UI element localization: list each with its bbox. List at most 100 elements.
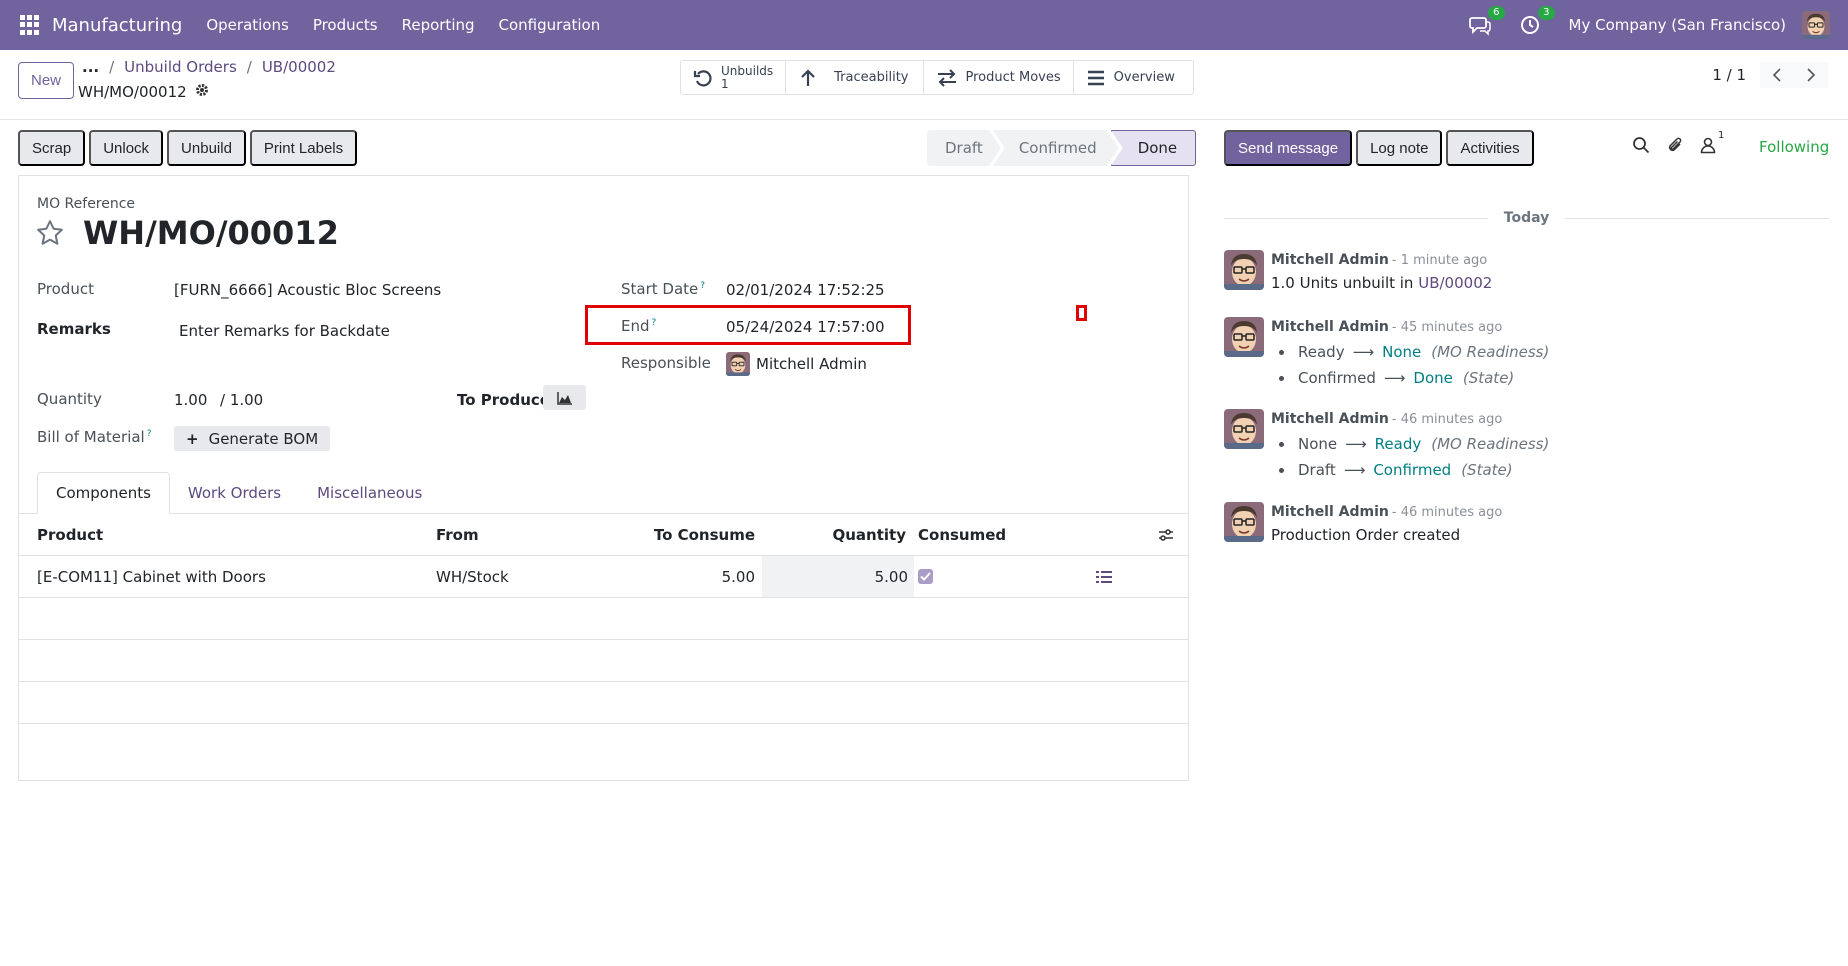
row-detail-list-icon[interactable] bbox=[1096, 556, 1112, 597]
col-product[interactable]: Product bbox=[37, 514, 103, 556]
today-separator: Today bbox=[1224, 210, 1830, 226]
state-draft[interactable]: Draft bbox=[927, 130, 1001, 166]
traceability-label: Traceability bbox=[834, 70, 909, 85]
unlock-button[interactable]: Unlock bbox=[89, 130, 164, 166]
message-date: - 1 minute ago bbox=[1391, 253, 1488, 268]
message-text: Production Order created bbox=[1271, 526, 1461, 544]
message-avatar[interactable] bbox=[1224, 409, 1264, 449]
messages-icon[interactable]: 6 bbox=[1468, 6, 1505, 36]
menu-reporting[interactable]: Reporting bbox=[402, 16, 475, 34]
message-avatar[interactable] bbox=[1224, 502, 1264, 542]
message-link-ub00002[interactable]: UB/00002 bbox=[1418, 274, 1492, 292]
apps-menu-icon[interactable] bbox=[20, 15, 40, 35]
user-avatar[interactable] bbox=[1802, 11, 1830, 39]
log-note-button[interactable]: Log note bbox=[1356, 130, 1443, 166]
activities-clock-icon[interactable]: 3 bbox=[1519, 6, 1555, 36]
followers-icon[interactable]: 1 bbox=[1700, 130, 1724, 158]
pager-previous-button[interactable] bbox=[1760, 62, 1794, 88]
start-date-field[interactable]: 02/01/2024 17:52:25 bbox=[726, 281, 885, 299]
row-product[interactable]: [E-COM11] Cabinet with Doors bbox=[37, 556, 266, 597]
activities-button[interactable]: Activities bbox=[1446, 130, 1534, 166]
message-date: - 45 minutes ago bbox=[1391, 320, 1503, 335]
tracking-field: (MO Readiness) bbox=[1431, 343, 1550, 361]
control-panel-divider bbox=[0, 119, 1848, 120]
search-icon[interactable] bbox=[1632, 136, 1650, 158]
tracking-old: None bbox=[1298, 435, 1338, 453]
breadcrumb-unbuild-orders[interactable]: Unbuild Orders bbox=[124, 58, 237, 76]
scrap-button[interactable]: Scrap bbox=[18, 130, 86, 166]
remarks-field[interactable]: Enter Remarks for Backdate bbox=[179, 322, 390, 340]
message-author[interactable]: Mitchell Admin bbox=[1271, 252, 1389, 268]
state-done[interactable]: Done bbox=[1110, 130, 1197, 166]
col-to-consume[interactable]: To Consume bbox=[579, 514, 755, 556]
message-date: - 46 minutes ago bbox=[1391, 412, 1503, 427]
app-name[interactable]: Manufacturing bbox=[52, 15, 182, 36]
company-switcher[interactable]: My Company (San Francisco) bbox=[1569, 16, 1786, 34]
state-confirmed[interactable]: Confirmed bbox=[993, 130, 1119, 166]
tab-miscellaneous[interactable]: Miscellaneous bbox=[299, 472, 440, 514]
pager-value[interactable]: 1 / 1 bbox=[1712, 66, 1746, 84]
message-text: 1.0 Units unbuilt in bbox=[1271, 274, 1414, 292]
message-date: - 46 minutes ago bbox=[1391, 505, 1503, 520]
col-from[interactable]: From bbox=[436, 514, 479, 556]
area-chart-icon bbox=[556, 391, 572, 405]
message-author[interactable]: Mitchell Admin bbox=[1271, 504, 1389, 520]
tab-work-orders[interactable]: Work Orders bbox=[170, 472, 299, 514]
quantity-total: / 1.00 bbox=[220, 391, 264, 409]
col-quantity[interactable]: Quantity bbox=[764, 514, 907, 556]
notebook-tabs: Components Work Orders Miscellaneous bbox=[19, 472, 1188, 514]
message-author[interactable]: Mitchell Admin bbox=[1271, 319, 1389, 335]
remarks-label: Remarks bbox=[37, 320, 111, 338]
tracking-field: (MO Readiness) bbox=[1431, 435, 1550, 453]
tab-components[interactable]: Components bbox=[37, 472, 170, 514]
arrow-up-icon bbox=[801, 68, 815, 86]
paperclip-icon[interactable] bbox=[1666, 136, 1684, 158]
row-to-consume[interactable]: 5.00 bbox=[579, 556, 755, 597]
traceability-smart-button[interactable]: Traceability bbox=[786, 61, 924, 94]
empty-row bbox=[19, 682, 1188, 724]
star-icon[interactable] bbox=[35, 218, 65, 252]
generate-bom-button[interactable]: + Generate BOM bbox=[174, 426, 331, 451]
breadcrumb-ub00002[interactable]: UB/00002 bbox=[262, 58, 336, 76]
quantity-field[interactable]: 1.00 bbox=[174, 391, 207, 409]
row-consumed-checkbox[interactable] bbox=[918, 556, 933, 597]
page-title: WH/MO/00012 bbox=[83, 214, 339, 252]
row-quantity[interactable]: 5.00 bbox=[762, 556, 914, 597]
menu-products[interactable]: Products bbox=[313, 16, 378, 34]
table-row[interactable]: [E-COM11] Cabinet with Doors WH/Stock 5.… bbox=[19, 556, 1188, 598]
followers-count: 1 bbox=[1718, 130, 1725, 141]
message-author[interactable]: Mitchell Admin bbox=[1271, 411, 1389, 427]
new-button[interactable]: New bbox=[18, 62, 74, 99]
forecast-chart-button[interactable] bbox=[543, 385, 586, 410]
following-button[interactable]: Following bbox=[1759, 138, 1829, 156]
breadcrumb-more[interactable]: ... bbox=[82, 58, 99, 76]
bom-help-icon[interactable]: ? bbox=[147, 429, 152, 439]
tracking-line: Draft ⟶ Confirmed (State) bbox=[1271, 461, 1831, 479]
checkmark-icon bbox=[918, 569, 933, 584]
send-message-button[interactable]: Send message bbox=[1224, 130, 1353, 166]
bars-icon bbox=[1087, 70, 1104, 85]
unbuilds-smart-button[interactable]: Unbuilds 1 bbox=[681, 61, 787, 94]
arrow-right-icon: ⟶ bbox=[1345, 435, 1367, 453]
product-link[interactable]: [FURN_6666] Acoustic Bloc Screens bbox=[174, 281, 441, 299]
menu-operations[interactable]: Operations bbox=[206, 16, 288, 34]
row-from[interactable]: WH/Stock bbox=[436, 556, 509, 597]
gear-icon[interactable] bbox=[195, 83, 209, 101]
print-labels-button[interactable]: Print Labels bbox=[249, 130, 358, 166]
unbuild-button[interactable]: Unbuild bbox=[167, 130, 246, 166]
pager-next-button[interactable] bbox=[1794, 62, 1828, 88]
form-sheet: MO Reference WH/MO/00012 Product [FURN_6… bbox=[18, 175, 1189, 781]
menu-configuration[interactable]: Configuration bbox=[499, 16, 601, 34]
optional-columns-icon[interactable] bbox=[1158, 514, 1174, 556]
responsible-avatar bbox=[726, 352, 750, 376]
product-moves-smart-button[interactable]: Product Moves bbox=[924, 61, 1074, 94]
record-name-text: WH/MO/00012 bbox=[78, 83, 187, 101]
col-consumed[interactable]: Consumed bbox=[918, 514, 1006, 556]
tracking-new: Done bbox=[1413, 369, 1453, 387]
responsible-link[interactable]: Mitchell Admin bbox=[756, 355, 867, 373]
overview-smart-button[interactable]: Overview bbox=[1074, 61, 1193, 94]
message-avatar[interactable] bbox=[1224, 317, 1264, 357]
start-date-help-icon[interactable]: ? bbox=[700, 281, 705, 291]
message-avatar[interactable] bbox=[1224, 250, 1264, 290]
smart-buttons: Unbuilds 1 Traceability Product Moves Ove… bbox=[680, 60, 1194, 95]
